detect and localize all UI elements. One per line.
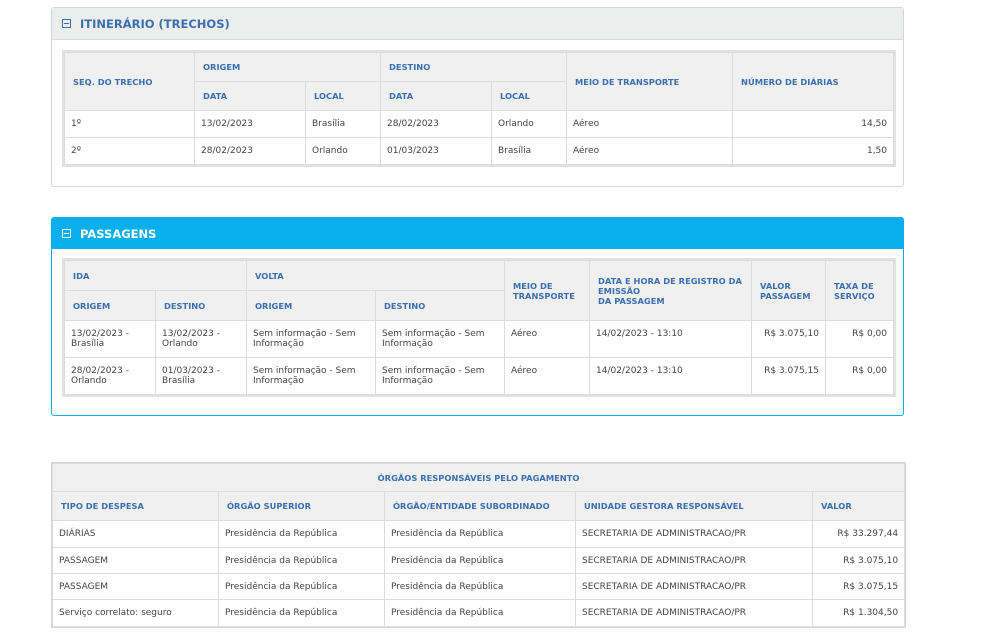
cell-valor: R$ 3.075,10 [751, 320, 826, 358]
cell-superior: Presidência da República [218, 599, 385, 627]
cell-destino-local: Orlando [491, 110, 568, 138]
col-tipo: TIPO DE DESPESA [52, 491, 219, 521]
cell-subordinado: Presidência da República [384, 599, 576, 627]
cell-unidade: SECRETARIA DE ADMINISTRACAO/PR [575, 547, 813, 574]
itinerario-table: SEQ. DO TRECHO ORIGEM DESTINO MEIO DE TR… [61, 50, 897, 167]
cell-ida-origem: 13/02/2023 - Brasília [64, 320, 156, 358]
cell-subordinado: Presidência da República [384, 520, 576, 548]
cell-subordinado: Presidência da República [384, 547, 576, 574]
col-origem-data: DATA [194, 81, 306, 111]
cell-unidade: SECRETARIA DE ADMINISTRACAO/PR [575, 599, 813, 627]
itinerario-title: ITINERÁRIO (TRECHOS) [80, 16, 230, 31]
cell-origem-data: 28/02/2023 [194, 137, 306, 165]
passagens-panel: PASSAGENS IDA VOLTA MEIO DE TRANSPORTE DA… [51, 217, 904, 416]
cell-destino-data: 01/03/2023 [380, 137, 493, 165]
table-row: Serviço correlato: seguro Presidência da… [52, 599, 906, 627]
passagens-table: IDA VOLTA MEIO DE TRANSPORTE DATA E HORA … [62, 258, 896, 397]
minus-square-icon[interactable] [62, 229, 71, 238]
col-unidade: UNIDADE GESTORA RESPONSÁVEL [575, 491, 813, 521]
orgaos-table: ÓRGÃOS RESPONSÁVEIS PELO PAGAMENTO TIPO … [50, 462, 907, 628]
table-row: PASSAGEM Presidência da República Presid… [52, 573, 906, 600]
passagens-header[interactable]: PASSAGENS [52, 218, 903, 249]
cell-volta-destino: Sem informação - Sem Informação [375, 320, 505, 358]
cell-tipo: DIÁRIAS [52, 520, 219, 548]
cell-taxa: R$ 0,00 [825, 320, 894, 358]
cell-volta-origem: Sem informação - Sem Informação [246, 357, 376, 395]
cell-seq: 1º [64, 110, 195, 138]
cell-origem-data: 13/02/2023 [194, 110, 306, 138]
table-row: 13/02/2023 - Brasília 13/02/2023 - Orlan… [64, 320, 894, 358]
cell-meio: Aéreo [566, 137, 734, 165]
col-registro: DATA E HORA DE REGISTRO DA EMISSÃO DA PAS… [589, 260, 752, 321]
cell-volta-origem: Sem informação - Sem Informação [246, 320, 376, 358]
cell-origem-local: Brasília [304, 110, 382, 138]
col-volta: VOLTA [246, 260, 505, 291]
col-destino-local: LOCAL [491, 81, 568, 111]
cell-tipo: Serviço correlato: seguro [52, 599, 219, 627]
cell-unidade: SECRETARIA DE ADMINISTRACAO/PR [575, 573, 813, 600]
table-row: DIÁRIAS Presidência da República Presidê… [52, 520, 906, 548]
cell-origem-local: Orlando [304, 137, 382, 165]
cell-destino-local: Brasília [491, 137, 568, 165]
cell-valor: R$ 3.075,15 [811, 573, 906, 600]
col-volta-destino: DESTINO [375, 290, 505, 321]
cell-valor: R$ 3.075,10 [811, 547, 906, 574]
col-seq: SEQ. DO TRECHO [64, 52, 195, 111]
col-origem: ORIGEM [193, 52, 382, 82]
cell-registro: 14/02/2023 - 13:10 [589, 357, 752, 395]
cell-ida-destino: 01/03/2023 - Brasília [155, 357, 247, 395]
itinerario-header[interactable]: ITINERÁRIO (TRECHOS) [52, 8, 903, 40]
col-volta-origem: ORIGEM [246, 290, 376, 321]
cell-subordinado: Presidência da República [384, 573, 576, 600]
col-ida-destino: DESTINO [155, 290, 247, 321]
cell-ida-origem: 28/02/2023 - Orlando [64, 357, 156, 395]
cell-taxa: R$ 0,00 [825, 357, 894, 395]
cell-meio: Aéreo [566, 110, 734, 138]
cell-superior: Presidência da República [218, 547, 385, 574]
col-origem-local: LOCAL [304, 81, 382, 111]
col-valor: VALOR PASSAGEM [751, 260, 826, 321]
cell-diarias: 14,50 [732, 110, 895, 138]
passagens-title: PASSAGENS [80, 226, 157, 241]
col-taxa: TAXA DE SERVIÇO [825, 260, 894, 321]
cell-valor: R$ 33.297,44 [811, 520, 906, 548]
col-subordinado: ÓRGÃO/ENTIDADE SUBORDINADO [384, 491, 576, 521]
col-destino-data: DATA [380, 81, 493, 111]
table-row: 2º 28/02/2023 Orlando 01/03/2023 Brasíli… [64, 137, 895, 165]
col-meio: MEIO DE TRANSPORTE [566, 52, 734, 111]
col-destino: DESTINO [380, 52, 568, 82]
table-row: 28/02/2023 - Orlando 01/03/2023 - Brasíl… [64, 357, 894, 395]
cell-superior: Presidência da República [218, 520, 385, 548]
cell-unidade: SECRETARIA DE ADMINISTRACAO/PR [575, 520, 813, 548]
orgaos-title: ÓRGÃOS RESPONSÁVEIS PELO PAGAMENTO [51, 463, 906, 492]
cell-seq: 2º [64, 137, 195, 165]
cell-valor: R$ 1.304,50 [811, 599, 906, 627]
table-row: 1º 13/02/2023 Brasília 28/02/2023 Orland… [64, 110, 895, 138]
cell-valor: R$ 3.075,15 [751, 357, 826, 395]
table-row: PASSAGEM Presidência da República Presid… [52, 547, 906, 574]
col-valor: VALOR [811, 491, 906, 521]
cell-destino-data: 28/02/2023 [380, 110, 493, 138]
minus-square-icon[interactable] [62, 19, 71, 28]
cell-tipo: PASSAGEM [52, 573, 219, 600]
cell-registro: 14/02/2023 - 13:10 [589, 320, 752, 358]
col-diarias: NÚMERO DE DIÁRIAS [732, 52, 895, 111]
col-meio: MEIO DE TRANSPORTE [504, 260, 590, 321]
cell-meio: Aéreo [504, 357, 590, 395]
cell-ida-destino: 13/02/2023 - Orlando [155, 320, 247, 358]
cell-superior: Presidência da República [218, 573, 385, 600]
col-ida-origem: ORIGEM [64, 290, 156, 321]
cell-meio: Aéreo [504, 320, 590, 358]
cell-volta-destino: Sem informação - Sem Informação [375, 357, 505, 395]
col-superior: ÓRGÃO SUPERIOR [218, 491, 385, 521]
cell-diarias: 1,50 [732, 137, 895, 165]
itinerario-panel: ITINERÁRIO (TRECHOS) SEQ. DO TRECHO ORIG… [51, 7, 904, 187]
cell-tipo: PASSAGEM [52, 547, 219, 574]
col-ida: IDA [64, 260, 247, 291]
